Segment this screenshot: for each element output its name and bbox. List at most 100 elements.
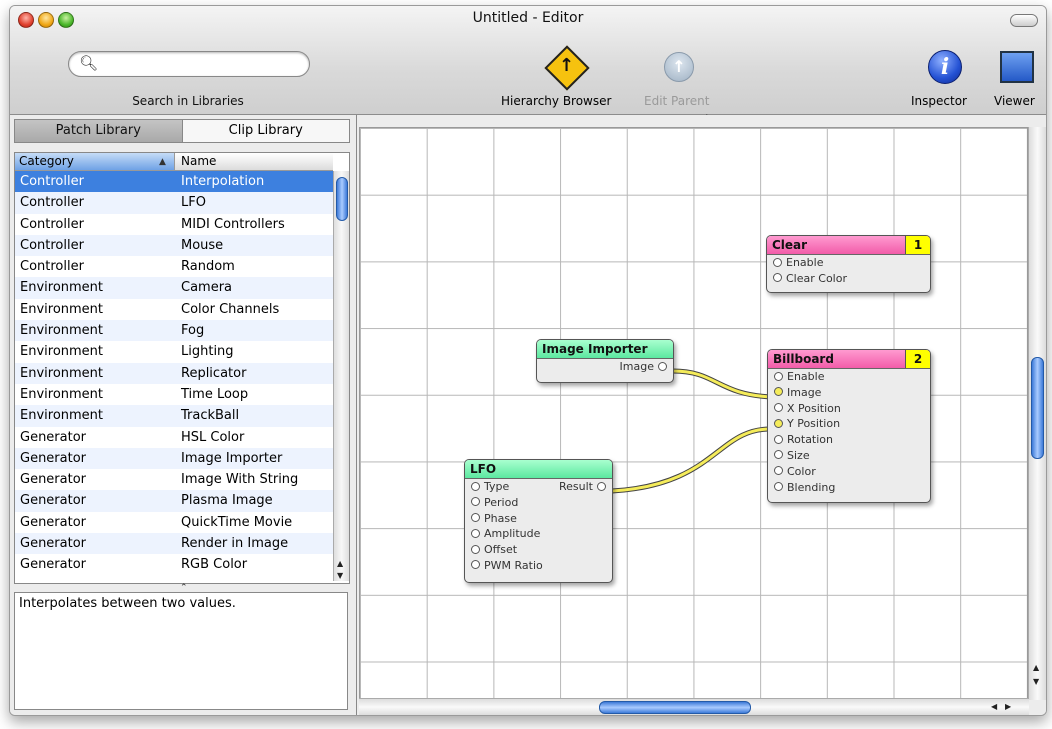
column-header-category[interactable]: Category ▲: [15, 153, 175, 170]
list-item[interactable]: Generator Image Importer: [15, 447, 333, 470]
list-item-name: Lighting: [181, 344, 234, 360]
list-item-name: LFO: [181, 195, 206, 211]
billboard-input-rotation[interactable]: Rotation: [768, 432, 930, 448]
list-item-category: Generator: [20, 450, 87, 466]
editor-canvas[interactable]: Clear 1 Enable Clear Color Billboard 2 E…: [357, 115, 1046, 715]
list-item[interactable]: Generator HSL Color: [15, 426, 333, 448]
list-item-name: Image Importer: [181, 450, 283, 466]
window-title: Untitled - Editor: [472, 10, 584, 26]
list-item-category: Environment: [20, 323, 104, 339]
list-item-name: QuickTime Movie: [181, 514, 293, 530]
canvas-scroll-up-arrow[interactable]: ▲: [1033, 663, 1039, 672]
list-item-name: TrackBall: [181, 408, 240, 424]
billboard-input-enable[interactable]: Enable: [768, 369, 930, 385]
lfo-input-phase[interactable]: Phase: [465, 511, 612, 527]
lfo-input-type[interactable]: Type Result: [465, 479, 612, 495]
billboard-patch[interactable]: Billboard 2 Enable Image X Position Y Po…: [767, 349, 931, 503]
list-item[interactable]: Controller MIDI Controllers: [15, 213, 333, 235]
list-item[interactable]: Generator Render in Image: [15, 533, 333, 555]
lfo-input-pwm-ratio[interactable]: PWM Ratio: [465, 558, 612, 574]
list-item[interactable]: Environment TrackBall: [15, 405, 333, 427]
canvas-scroll-down-arrow[interactable]: ▼: [1033, 677, 1039, 686]
toolbar-toggle-button[interactable]: [1010, 14, 1038, 27]
clear-input-enable[interactable]: Enable: [767, 255, 930, 271]
list-item-name: Plasma Image: [181, 493, 273, 509]
list-item-category: Controller: [20, 174, 84, 189]
lfo-patch-title: LFO: [465, 460, 612, 479]
list-item[interactable]: Environment Time Loop: [15, 383, 333, 406]
list-item[interactable]: Environment Color Channels: [15, 298, 333, 321]
image-importer-output-image[interactable]: Image: [537, 359, 673, 375]
viewer-icon: [1000, 51, 1034, 83]
lfo-input-offset[interactable]: Offset: [465, 542, 612, 558]
billboard-input-size[interactable]: Size: [768, 448, 930, 464]
list-rows: Controller Interpolation Controller LFO Cont…: [15, 171, 333, 576]
edit-parent-label: Edit Parent: [644, 94, 710, 108]
list-item-name: Image With String: [181, 472, 299, 488]
info-icon: i: [928, 50, 962, 84]
scroll-down-arrow[interactable]: ▼: [337, 571, 343, 580]
billboard-input-x-position[interactable]: X Position: [768, 401, 930, 417]
list-item[interactable]: Generator RGB Color: [15, 554, 333, 576]
list-item-name: Camera: [181, 280, 233, 296]
lfo-input-period[interactable]: Period: [465, 495, 612, 511]
billboard-input-image[interactable]: Image: [768, 385, 930, 401]
sort-ascending-icon: ▲: [159, 157, 166, 167]
list-item[interactable]: Controller Interpolation: [15, 171, 333, 193]
patch-description: Interpolates between two values.: [14, 592, 348, 710]
list-item[interactable]: Environment Camera: [15, 277, 333, 299]
lfo-output-result[interactable]: Result: [559, 479, 606, 495]
canvas-scroll-left-arrow[interactable]: ◀: [991, 702, 997, 711]
list-item-name: MIDI Controllers: [181, 216, 285, 232]
scroll-up-arrow[interactable]: ▲: [337, 559, 343, 568]
list-item[interactable]: Environment Replicator: [15, 362, 333, 384]
list-item[interactable]: Controller Random: [15, 256, 333, 278]
search-input[interactable]: [97, 55, 301, 71]
search-icon: 🔍︎: [79, 54, 99, 72]
billboard-input-y-position[interactable]: Y Position: [768, 416, 930, 432]
list-item[interactable]: Generator Plasma Image: [15, 490, 333, 512]
canvas-hscroll-thumb[interactable]: [599, 701, 751, 714]
search-label: Search in Libraries: [132, 94, 244, 108]
list-item-category: Generator: [20, 472, 87, 488]
list-item-category: Environment: [20, 365, 104, 381]
patch-list: Category ▲ Name Controller Interpolation C…: [14, 152, 350, 584]
column-header-name[interactable]: Name: [181, 153, 216, 170]
list-item-name: HSL Color: [181, 429, 245, 445]
list-item[interactable]: Environment Lighting: [15, 341, 333, 363]
list-item-category: Environment: [20, 386, 104, 402]
list-item-name: Render in Image: [181, 536, 289, 552]
canvas-vscroll-thumb[interactable]: [1031, 357, 1044, 459]
search-field[interactable]: 🔍︎: [68, 51, 310, 77]
canvas-scroll-right-arrow[interactable]: ▶: [1005, 702, 1011, 711]
list-item[interactable]: Generator QuickTime Movie: [15, 511, 333, 534]
tab-patch-library[interactable]: Patch Library: [15, 120, 182, 142]
canvas-horizontal-scrollbar[interactable]: ◀ ▶: [359, 698, 1029, 715]
toolbar: Untitled - Editor 🔍︎ Search in Libraries…: [10, 6, 1046, 115]
clear-patch[interactable]: Clear 1 Enable Clear Color: [766, 235, 931, 293]
image-importer-patch[interactable]: Image Importer Image: [536, 339, 674, 383]
list-item-category: Controller: [20, 237, 84, 253]
list-header: Category ▲ Name: [15, 153, 333, 171]
list-item-name: Interpolation: [181, 174, 265, 189]
edit-parent-icon: ↑: [664, 52, 694, 82]
list-item-name: Fog: [181, 323, 205, 339]
list-item[interactable]: Environment Fog: [15, 320, 333, 342]
list-item[interactable]: Generator Image With String: [15, 469, 333, 491]
lfo-patch[interactable]: LFO Type Result Period Phase Amplitude O…: [464, 459, 613, 583]
billboard-patch-title: Billboard: [773, 352, 834, 366]
list-item[interactable]: Controller LFO: [15, 192, 333, 214]
list-item-category: Generator: [20, 429, 87, 445]
list-item-category: Generator: [20, 514, 87, 530]
library-tabs: Patch Library Clip Library: [14, 119, 350, 143]
lfo-input-amplitude[interactable]: Amplitude: [465, 526, 612, 542]
list-item-name: RGB Color: [181, 557, 248, 573]
billboard-input-color[interactable]: Color: [768, 464, 930, 480]
clear-input-clear-color[interactable]: Clear Color: [767, 271, 930, 287]
list-scrollbar[interactable]: ▲ ▼: [333, 171, 349, 581]
billboard-input-blending[interactable]: Blending: [768, 480, 930, 496]
list-scroll-thumb[interactable]: [336, 177, 348, 221]
tab-clip-library[interactable]: Clip Library: [181, 120, 349, 142]
list-item[interactable]: Controller Mouse: [15, 234, 333, 257]
canvas-vertical-scrollbar[interactable]: ▲ ▼: [1028, 127, 1046, 700]
